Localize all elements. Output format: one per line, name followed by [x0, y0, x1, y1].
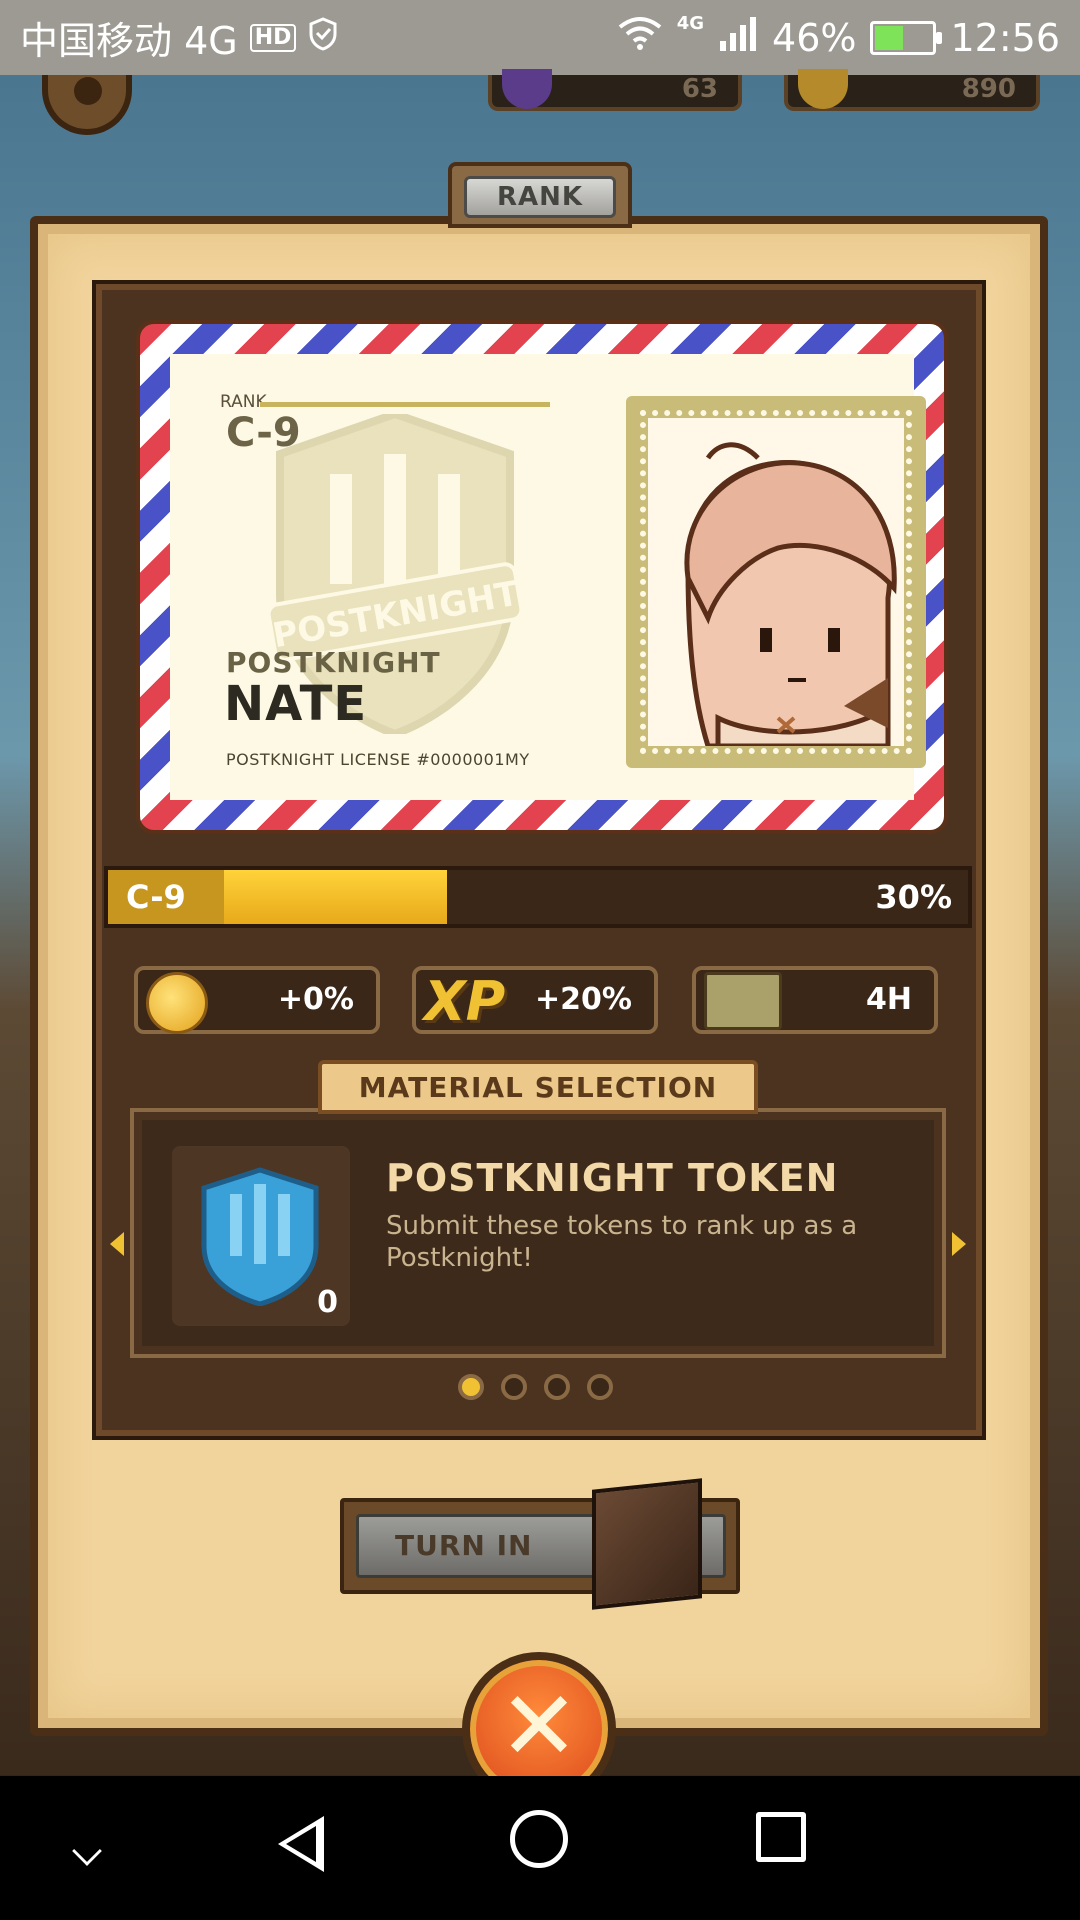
wifi-icon	[617, 15, 663, 60]
status-left: 中国移动 4G HD	[20, 10, 338, 65]
gem-count: 63	[681, 74, 718, 104]
app-screen: 中国移动 4G HD 4G 46% 12:56 63 890 RANK POST…	[0, 0, 1080, 1920]
previous-material-arrow-icon[interactable]	[110, 1232, 124, 1256]
coin-count: 890	[961, 74, 1016, 104]
settings-gear-icon	[42, 75, 132, 135]
license-paper: POSTKNIGHT RANK C-9 POSTKNIGHT NATE POST…	[170, 354, 926, 800]
character-portrait	[648, 418, 904, 746]
crate-icon	[704, 972, 782, 1030]
delivery-time-bonus: 4H	[692, 966, 938, 1034]
license-card: POSTKNIGHT RANK C-9 POSTKNIGHT NATE POST…	[136, 320, 948, 834]
gem-icon	[502, 69, 552, 109]
gem-counter: 63	[488, 69, 742, 111]
rank-value: C-9	[226, 410, 301, 456]
system-nav-bar	[0, 1776, 1080, 1920]
delivery-time-value: 4H	[866, 982, 912, 1017]
material-title: POSTKNIGHT TOKEN	[386, 1156, 839, 1200]
portrait-stamp	[626, 396, 926, 768]
rank-tab: RANK	[448, 162, 632, 228]
coin-icon	[146, 972, 208, 1034]
progress-fill	[224, 870, 447, 924]
clock: 12:56	[950, 15, 1060, 60]
material-count: 0	[317, 1285, 338, 1320]
home-icon[interactable]	[510, 1810, 568, 1868]
rank-tab-label: RANK	[464, 176, 616, 218]
network-type: 4G	[676, 13, 705, 34]
license-title: POSTKNIGHT	[226, 646, 441, 679]
coin-counter: 890	[784, 69, 1040, 111]
material-page-indicator	[458, 1374, 613, 1400]
postknight-token-icon	[201, 1167, 319, 1306]
knight-avatar-icon	[684, 442, 897, 746]
status-right: 4G 46% 12:56	[617, 13, 1060, 60]
material-selection-tab: MATERIAL SELECTION	[318, 1060, 758, 1114]
page-dot[interactable]	[458, 1374, 484, 1400]
progress-percent: 30%	[875, 878, 952, 916]
license-number: POSTKNIGHT LICENSE #0000001MY	[226, 750, 530, 769]
hide-nav-chevron-icon[interactable]	[72, 1836, 102, 1866]
turn-in-control: TURN IN	[340, 1478, 740, 1610]
status-bar: 中国移动 4G HD 4G 46% 12:56	[0, 0, 1080, 75]
vpn-shield-icon	[308, 16, 338, 60]
material-card[interactable]: 0 POSTKNIGHT TOKEN Submit these tokens t…	[130, 1108, 946, 1358]
signal-icon	[718, 15, 758, 60]
material-description: Submit these tokens to rank up as a Post…	[386, 1211, 858, 1273]
rank-progress-bar: C-9 30%	[104, 866, 972, 928]
back-icon[interactable]	[278, 1816, 324, 1872]
xp-icon: XP	[424, 970, 506, 1033]
battery-icon	[870, 20, 943, 55]
hd-badge: HD	[249, 23, 297, 52]
page-dot[interactable]	[544, 1374, 570, 1400]
battery-percent: 46%	[772, 15, 857, 60]
page-dot[interactable]	[501, 1374, 527, 1400]
coin-icon	[798, 69, 848, 109]
rank-underline	[260, 402, 550, 407]
xp-bonus-value: +20%	[535, 982, 632, 1017]
material-item-slot[interactable]: 0	[172, 1146, 350, 1326]
next-material-arrow-icon[interactable]	[952, 1232, 966, 1256]
player-name: NATE	[224, 676, 368, 732]
xp-bonus: XP +20%	[412, 966, 658, 1034]
page-dot[interactable]	[587, 1374, 613, 1400]
carrier-text: 中国移动 4G	[20, 19, 238, 63]
token-box-icon	[592, 1478, 702, 1610]
coin-bonus: +0%	[134, 966, 380, 1034]
recent-apps-icon[interactable]	[756, 1812, 806, 1862]
coin-bonus-value: +0%	[277, 982, 354, 1017]
progress-level: C-9	[108, 870, 224, 924]
